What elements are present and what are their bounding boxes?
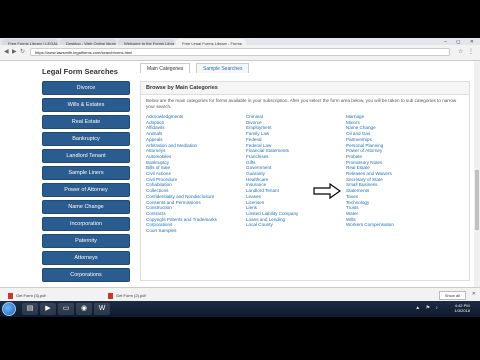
category-button-name-change[interactable]: Name Change — [42, 200, 130, 214]
download-filename: Get Form (3).pdf — [16, 293, 46, 299]
star-icon[interactable]: ☆ — [458, 48, 463, 55]
category-button-incorporation[interactable]: Incorporation — [42, 217, 130, 231]
category-button-landlord-tenant[interactable]: Landlord Tenant — [42, 149, 130, 163]
downloads-bar: Get Form (3).pdf Get Form (2).pdf Show a… — [0, 287, 480, 301]
chrome-icon[interactable]: ◉ — [76, 303, 92, 315]
address-bar[interactable]: https://www.lawsmith.legalforms.com/sear… — [30, 48, 450, 56]
category-button-paternity[interactable]: Paternity — [42, 234, 130, 248]
show-all-downloads-button[interactable]: Show all — [438, 291, 466, 300]
reload-icon[interactable]: ↻ — [20, 48, 25, 55]
panel-heading: Browse by Main Categories — [141, 82, 469, 95]
category-button-sample-liners[interactable]: Sample Liners — [42, 166, 130, 180]
category-button-power-of-attorney[interactable]: Power of Attorney — [42, 183, 130, 197]
category-button-bankruptcy[interactable]: Bankruptcy — [42, 132, 130, 146]
category-link[interactable]: Local County — [246, 222, 298, 228]
explorer-icon[interactable]: ▤ — [22, 303, 38, 315]
category-button-corporations[interactable]: Corporations — [42, 268, 130, 282]
taskbar: ▤ ▶ ▭ ◉ W ▲ ⚑ ♪ 4:42 PM 1/3/2018 — [0, 301, 480, 317]
forward-icon[interactable]: ▶ — [12, 48, 17, 55]
web-page: Main Categories Sample Searches Legal Fo… — [0, 61, 480, 287]
category-column-3: Marriage Minors Name Change Oil and Gas Part… — [346, 114, 394, 228]
scrollbar-thumb[interactable] — [475, 170, 479, 230]
pdf-icon — [108, 293, 113, 299]
category-column-1: Acknowledgments Adoption Affidavits Animals… — [146, 114, 217, 234]
pdf-icon — [8, 293, 13, 299]
download-item[interactable]: Get Form (3).pdf — [4, 290, 100, 300]
start-button[interactable] — [2, 302, 16, 316]
category-column-2: Criminal Divorce Employment Family Law Feder… — [246, 114, 298, 228]
download-filename: Get Form (2).pdf — [116, 293, 146, 299]
panel-description: Below are the main categories for forms … — [146, 98, 457, 109]
category-button-real-estate[interactable]: Real Estate — [42, 115, 130, 129]
category-link[interactable]: Workers Compensation — [346, 222, 394, 228]
system-tray[interactable]: ▲ ⚑ ♪ — [415, 305, 440, 311]
tab-sample-searches[interactable]: Sample Searches — [196, 63, 250, 73]
arrow-annotation-icon — [313, 183, 341, 199]
folder-icon[interactable]: ▭ — [58, 303, 74, 315]
back-icon[interactable]: ◀ — [4, 48, 9, 55]
word-icon[interactable]: W — [94, 303, 110, 315]
category-button-wills-estates[interactable]: Wills & Estates — [42, 98, 130, 112]
page-title: Legal Form Searches — [42, 67, 118, 76]
category-link[interactable]: Court Samples — [146, 228, 217, 234]
category-link[interactable]: Releases and Waivers — [346, 171, 394, 177]
close-icon[interactable]: ✕ — [472, 291, 476, 297]
menu-icon[interactable]: ⋮ — [468, 48, 474, 55]
main-categories-panel: Browse by Main Categories Below are the … — [140, 81, 470, 281]
taskbar-clock[interactable]: 4:42 PM 1/3/2018 — [454, 303, 470, 313]
media-player-icon[interactable]: ▶ — [40, 303, 56, 315]
download-item[interactable]: Get Form (2).pdf — [104, 290, 200, 300]
category-button-attorneys[interactable]: Attorneys — [42, 251, 130, 265]
screen: Free Forms Library | LEGALFORMS Desktop … — [0, 0, 480, 360]
tab-main-categories[interactable]: Main Categories — [140, 63, 191, 73]
category-link[interactable]: Confidentiality and Nondisclosure — [146, 194, 217, 200]
category-link[interactable]: Limited Liability Company — [246, 211, 298, 217]
clock-date: 1/3/2018 — [454, 308, 470, 313]
category-button-list: Divorce Wills & Estates Real Estate Bank… — [42, 81, 130, 285]
category-button-divorce[interactable]: Divorce — [42, 81, 130, 95]
